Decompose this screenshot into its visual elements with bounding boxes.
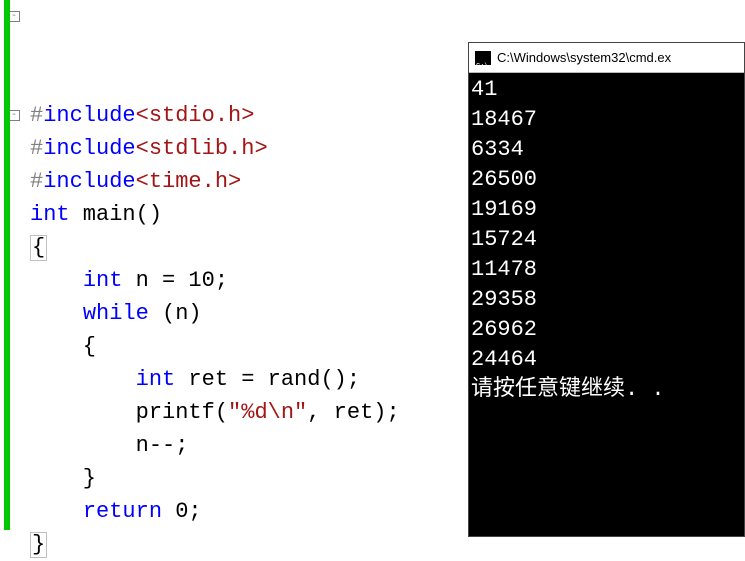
code-token: }	[30, 532, 47, 558]
code-token: 0;	[162, 495, 202, 528]
code-token: }	[30, 462, 96, 495]
code-token: include	[43, 165, 135, 198]
fold-icon[interactable]: -	[9, 11, 20, 22]
console-line: 41	[471, 75, 742, 105]
console-output[interactable]: 4118467633426500191691572411478293582696…	[469, 73, 744, 407]
code-token: while	[83, 297, 149, 330]
code-token: include	[43, 132, 135, 165]
code-token: , ret);	[307, 396, 399, 429]
code-token: <stdio.h>	[136, 99, 255, 132]
code-token: int	[30, 198, 70, 231]
code-token: n = 10;	[122, 264, 228, 297]
cmd-icon	[475, 51, 491, 65]
change-marker	[4, 0, 10, 530]
code-token: <stdlib.h>	[136, 132, 268, 165]
console-line: 26962	[471, 315, 742, 345]
code-token: {	[30, 235, 47, 261]
console-line: 29358	[471, 285, 742, 315]
console-line: 6334	[471, 135, 742, 165]
fold-icon[interactable]: -	[9, 110, 20, 121]
code-token: (n)	[149, 297, 202, 330]
console-line: 26500	[471, 165, 742, 195]
code-token: include	[43, 99, 135, 132]
console-line: 19169	[471, 195, 742, 225]
code-token	[30, 264, 83, 297]
code-token: <time.h>	[136, 165, 242, 198]
code-token: ret = rand();	[175, 363, 360, 396]
code-token: n--;	[30, 429, 188, 462]
editor-gutter: --	[0, 0, 28, 542]
console-window[interactable]: C:\Windows\system32\cmd.ex 4118467633426…	[468, 42, 745, 537]
code-token: #	[30, 165, 43, 198]
console-line: 18467	[471, 105, 742, 135]
console-line: 24464	[471, 345, 742, 375]
code-token	[30, 297, 83, 330]
code-token: return	[83, 495, 162, 528]
code-token: int	[83, 264, 123, 297]
code-token: int	[136, 363, 176, 396]
console-line: 请按任意键继续. .	[471, 375, 742, 405]
code-token: "%d\n"	[228, 396, 307, 429]
code-token: #	[30, 99, 43, 132]
code-token: #	[30, 132, 43, 165]
console-titlebar[interactable]: C:\Windows\system32\cmd.ex	[469, 43, 744, 73]
code-token: printf(	[30, 396, 228, 429]
code-token	[30, 363, 136, 396]
console-title-text: C:\Windows\system32\cmd.ex	[497, 43, 671, 73]
console-line: 11478	[471, 255, 742, 285]
code-token: {	[30, 330, 96, 363]
code-token: main()	[70, 198, 162, 231]
code-token	[30, 495, 83, 528]
console-line: 15724	[471, 225, 742, 255]
